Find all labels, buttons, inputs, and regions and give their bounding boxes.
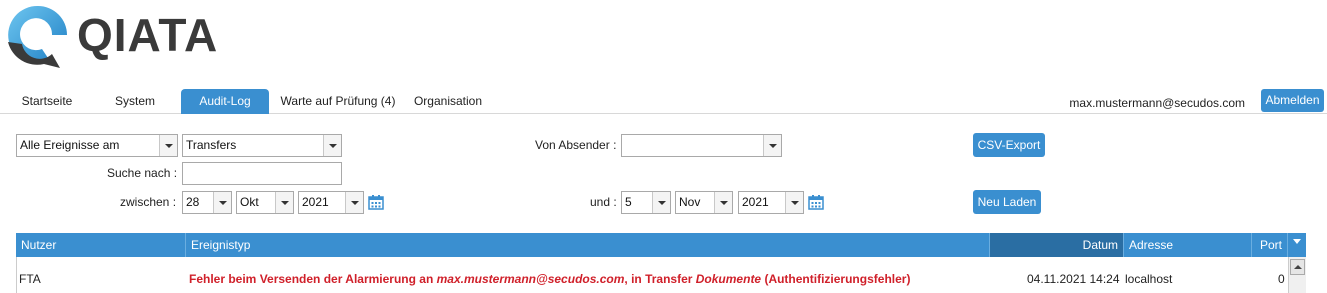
scroll-up-icon[interactable] <box>1290 259 1305 275</box>
column-header-address[interactable]: Adresse <box>1124 233 1252 257</box>
table-scrollbar[interactable] <box>1288 257 1306 293</box>
tab-audit-log[interactable]: Audit-Log <box>181 89 269 114</box>
chevron-down-icon <box>785 192 803 213</box>
event-text-email: max.mustermann@secudos.com <box>436 272 625 286</box>
column-header-user[interactable]: Nutzer <box>16 233 186 257</box>
event-text-mid: , in Transfer <box>624 272 696 286</box>
chevron-down-icon <box>714 192 732 213</box>
column-header-port[interactable]: Port <box>1252 233 1288 257</box>
and-label: und : <box>590 195 617 209</box>
between-label: zwischen : <box>120 195 177 209</box>
tab-organisation[interactable]: Organisation <box>408 89 488 114</box>
user-email: max.mustermann@secudos.com <box>1069 96 1245 110</box>
event-scope-select[interactable]: Alle Ereignisse am <box>16 134 178 157</box>
event-type-select[interactable]: Transfers <box>182 134 342 157</box>
qiata-logo-mark <box>8 5 67 68</box>
brand-name: QIATA <box>77 9 219 61</box>
tab-startseite[interactable]: Startseite <box>14 89 80 114</box>
chevron-down-icon <box>213 192 231 213</box>
from-month-value: Okt <box>240 195 259 209</box>
cell-event-type: Fehler beim Versenden der Alarmierung an… <box>189 272 910 286</box>
from-year-select[interactable]: 2021 <box>298 191 364 214</box>
qiata-logo: QIATA <box>4 2 224 68</box>
cell-port: 0 <box>1278 272 1285 286</box>
chevron-down-icon <box>275 192 293 213</box>
event-scope-value: Alle Ereignisse am <box>20 138 120 152</box>
calendar-icon[interactable] <box>808 194 824 210</box>
search-input[interactable] <box>182 162 342 185</box>
to-month-value: Nov <box>679 195 701 209</box>
tab-warte-auf-pruefung[interactable]: Warte auf Prüfung (4) <box>274 89 402 114</box>
sender-select[interactable] <box>621 134 782 157</box>
chevron-down-icon <box>345 192 363 213</box>
column-header-date[interactable]: Datum <box>990 233 1124 257</box>
search-label: Suche nach : <box>107 166 178 180</box>
column-menu-toggle[interactable] <box>1288 233 1306 257</box>
sender-label: Von Absender : <box>535 138 617 152</box>
chevron-down-icon <box>159 135 177 156</box>
cell-date: 04.11.2021 14:24 <box>1027 272 1120 286</box>
chevron-down-icon <box>1293 239 1301 244</box>
to-year-select[interactable]: 2021 <box>738 191 804 214</box>
to-day-value: 5 <box>625 195 632 209</box>
cell-address: localhost <box>1125 272 1173 286</box>
chevron-down-icon <box>763 135 781 156</box>
from-month-select[interactable]: Okt <box>236 191 294 214</box>
from-day-select[interactable]: 28 <box>182 191 232 214</box>
from-year-value: 2021 <box>302 195 329 209</box>
to-day-select[interactable]: 5 <box>621 191 671 214</box>
event-text-suffix: (Authentifizierungsfehler) <box>761 272 911 286</box>
calendar-icon[interactable] <box>368 194 384 210</box>
logout-button[interactable]: Abmelden <box>1261 89 1324 112</box>
from-day-value: 28 <box>186 195 200 209</box>
reload-button[interactable]: Neu Laden <box>973 190 1041 214</box>
event-text-prefix: Fehler beim Versenden der Alarmierung an <box>189 272 437 286</box>
tab-system[interactable]: System <box>103 89 167 114</box>
chevron-down-icon <box>652 192 670 213</box>
to-month-select[interactable]: Nov <box>675 191 733 214</box>
csv-export-button[interactable]: CSV-Export <box>973 133 1045 157</box>
column-header-event-type[interactable]: Ereignistyp <box>186 233 990 257</box>
cell-user: FTA <box>19 272 41 286</box>
chevron-down-icon <box>323 135 341 156</box>
table-header: Nutzer Ereignistyp Datum Adresse Port <box>16 233 1306 257</box>
event-text-document: Dokumente <box>695 272 762 286</box>
event-type-value: Transfers <box>186 138 237 152</box>
to-year-value: 2021 <box>742 195 769 209</box>
